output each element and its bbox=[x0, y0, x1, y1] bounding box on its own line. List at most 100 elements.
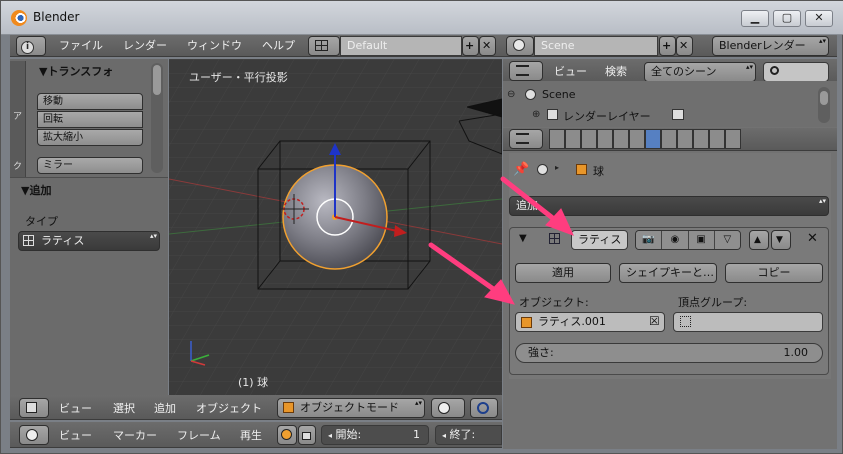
editor-type-properties-button[interactable] bbox=[509, 129, 543, 149]
tab-glyph: ア bbox=[13, 112, 23, 122]
view3d-menu-add[interactable]: 追加 bbox=[154, 399, 176, 419]
breadcrumb-scene-icon bbox=[537, 164, 548, 175]
remove-scene-button[interactable]: ✕ bbox=[676, 36, 693, 56]
menu-render[interactable]: レンダー bbox=[123, 36, 167, 56]
remove-screen-button[interactable]: ✕ bbox=[479, 36, 496, 56]
menu-file[interactable]: ファイル bbox=[59, 36, 103, 56]
outliner-menu-search[interactable]: 検索 bbox=[605, 62, 627, 82]
view3d-menu-object[interactable]: オブジェクト bbox=[196, 399, 262, 419]
screen-layout-name[interactable]: Default bbox=[340, 36, 462, 56]
maximize-button[interactable]: ▢ bbox=[773, 10, 801, 27]
end-frame-field[interactable]: ◂ 終了: bbox=[435, 425, 502, 445]
menu-window[interactable]: ウィンドウ bbox=[187, 36, 242, 56]
constraints-tab-icon[interactable] bbox=[629, 129, 645, 149]
transform-panel-title[interactable]: ▼トランスフォ bbox=[39, 63, 113, 79]
strength-slider[interactable]: 強さ: 1.00 bbox=[515, 343, 823, 363]
object-tab-icon[interactable] bbox=[613, 129, 629, 149]
view3d-menu-select[interactable]: 選択 bbox=[113, 399, 135, 419]
outliner-display-mode-selector[interactable]: 全てのシーン bbox=[644, 62, 756, 82]
viewport-scene bbox=[169, 59, 502, 395]
texture-tab-icon[interactable] bbox=[693, 129, 709, 149]
copy-button[interactable]: コピー bbox=[725, 263, 823, 283]
cage-toggle-icon[interactable]: ▽ bbox=[714, 231, 740, 249]
menu-help[interactable]: ヘルプ bbox=[262, 36, 295, 56]
collapse-icon[interactable]: ⊖ bbox=[507, 89, 515, 100]
timeline-menu-view[interactable]: ビュー bbox=[59, 426, 92, 446]
render-engine-selector[interactable]: Blenderレンダー bbox=[712, 36, 829, 56]
data-tab-icon[interactable] bbox=[661, 129, 677, 149]
editor-type-3dview-button[interactable] bbox=[19, 398, 49, 418]
3d-viewport[interactable]: ユーザー・平行投影 (1) 球 bbox=[169, 59, 502, 395]
expand-icon[interactable]: ⊕ bbox=[532, 109, 540, 120]
object-field[interactable]: ラティス.001 bbox=[515, 312, 665, 332]
remove-modifier-close-icon[interactable]: ✕ bbox=[807, 231, 818, 246]
render-layers-tab-icon[interactable] bbox=[565, 129, 581, 149]
start-frame-label: 開始: bbox=[335, 428, 362, 441]
render-toggle-camera-icon[interactable]: 📷 bbox=[636, 231, 663, 249]
modifier-name-field[interactable]: ラティス bbox=[571, 230, 628, 250]
info-icon: i bbox=[21, 41, 34, 54]
vertex-group-label: 頂点グループ: bbox=[678, 296, 748, 309]
outliner-scene-item[interactable]: Scene bbox=[542, 88, 576, 101]
scene-tab-icon[interactable] bbox=[581, 129, 597, 149]
outliner-scrollbar[interactable] bbox=[818, 87, 830, 123]
timeline-menu-playback[interactable]: 再生 bbox=[240, 426, 262, 446]
editor-type-outliner-button[interactable] bbox=[509, 61, 543, 81]
rotate-button[interactable]: 回転 bbox=[37, 111, 143, 128]
lattice-icon bbox=[23, 235, 34, 246]
pivot-selector[interactable] bbox=[470, 398, 498, 418]
translate-button[interactable]: 移動 bbox=[37, 93, 143, 110]
clock-icon bbox=[26, 429, 38, 441]
mode-selector[interactable]: オブジェクトモード bbox=[277, 398, 425, 418]
apply-as-shapekey-button[interactable]: シェイプキーと… bbox=[619, 263, 717, 283]
cube-icon bbox=[26, 402, 37, 413]
start-frame-field[interactable]: ◂ 開始: 1 bbox=[321, 425, 429, 445]
world-tab-icon[interactable] bbox=[597, 129, 613, 149]
add-modifier-selector[interactable]: 追加 bbox=[509, 196, 829, 216]
vertex-group-field[interactable] bbox=[673, 312, 823, 332]
modifier-lattice-icon bbox=[549, 233, 560, 244]
outliner-menu-view[interactable]: ビュー bbox=[554, 62, 587, 82]
editmode-toggle-icon[interactable]: ▣ bbox=[688, 231, 715, 249]
editor-type-info-button[interactable]: i bbox=[16, 36, 46, 56]
type-label: タイプ bbox=[25, 215, 58, 228]
add-screen-button[interactable]: + bbox=[462, 36, 479, 56]
timeline-menu-marker[interactable]: マーカー bbox=[113, 426, 157, 446]
add-scene-button[interactable]: + bbox=[659, 36, 676, 56]
strength-value: 1.00 bbox=[783, 346, 809, 359]
modifiers-tab-icon[interactable] bbox=[645, 129, 661, 149]
viewport-shading-selector[interactable] bbox=[431, 398, 465, 418]
tool-shelf-scrollbar[interactable] bbox=[151, 63, 163, 173]
breadcrumb-object-icon bbox=[576, 164, 587, 175]
move-up-icon[interactable]: ▲ bbox=[749, 230, 769, 250]
title-bar: Blender ▁ ▢ ✕ bbox=[1, 1, 843, 35]
physics-tab-icon[interactable] bbox=[725, 129, 741, 149]
render-tab-icon[interactable] bbox=[549, 129, 565, 149]
close-button[interactable]: ✕ bbox=[805, 10, 833, 27]
material-tab-icon[interactable] bbox=[677, 129, 693, 149]
move-down-icon[interactable]: ▼ bbox=[771, 230, 791, 250]
outliner-search-input[interactable] bbox=[763, 62, 829, 82]
view3d-menu-view[interactable]: ビュー bbox=[59, 399, 92, 419]
breadcrumb-object-name: 球 bbox=[593, 165, 604, 178]
timeline-menu-frame[interactable]: フレーム bbox=[177, 426, 221, 446]
pin-icon[interactable]: 📌 bbox=[513, 162, 529, 177]
lock-range-button[interactable] bbox=[298, 425, 316, 445]
editor-type-timeline-button[interactable] bbox=[19, 425, 49, 445]
use-preview-range-button[interactable] bbox=[277, 425, 297, 445]
scene-name[interactable]: Scene bbox=[534, 36, 658, 56]
add-panel-title[interactable]: ▼追加 bbox=[21, 182, 51, 198]
apply-button[interactable]: 適用 bbox=[515, 263, 611, 283]
modifier-collapse-icon[interactable]: ▼ bbox=[519, 233, 527, 244]
scale-button[interactable]: 拡大縮小 bbox=[37, 129, 143, 146]
type-selector[interactable]: ラティス bbox=[18, 231, 160, 251]
clear-object-close-icon[interactable]: ☒ bbox=[649, 314, 660, 328]
outliner-render-layers-item[interactable]: レンダーレイヤー bbox=[563, 108, 651, 124]
particles-tab-icon[interactable] bbox=[709, 129, 725, 149]
screen-layout-selector[interactable] bbox=[308, 36, 340, 56]
properties-icon bbox=[516, 133, 529, 144]
minimize-button[interactable]: ▁ bbox=[741, 10, 769, 27]
mirror-button[interactable]: ミラー bbox=[37, 157, 143, 174]
scene-selector[interactable] bbox=[506, 36, 534, 56]
viewport-toggle-eye-icon[interactable]: ◉ bbox=[662, 231, 689, 249]
